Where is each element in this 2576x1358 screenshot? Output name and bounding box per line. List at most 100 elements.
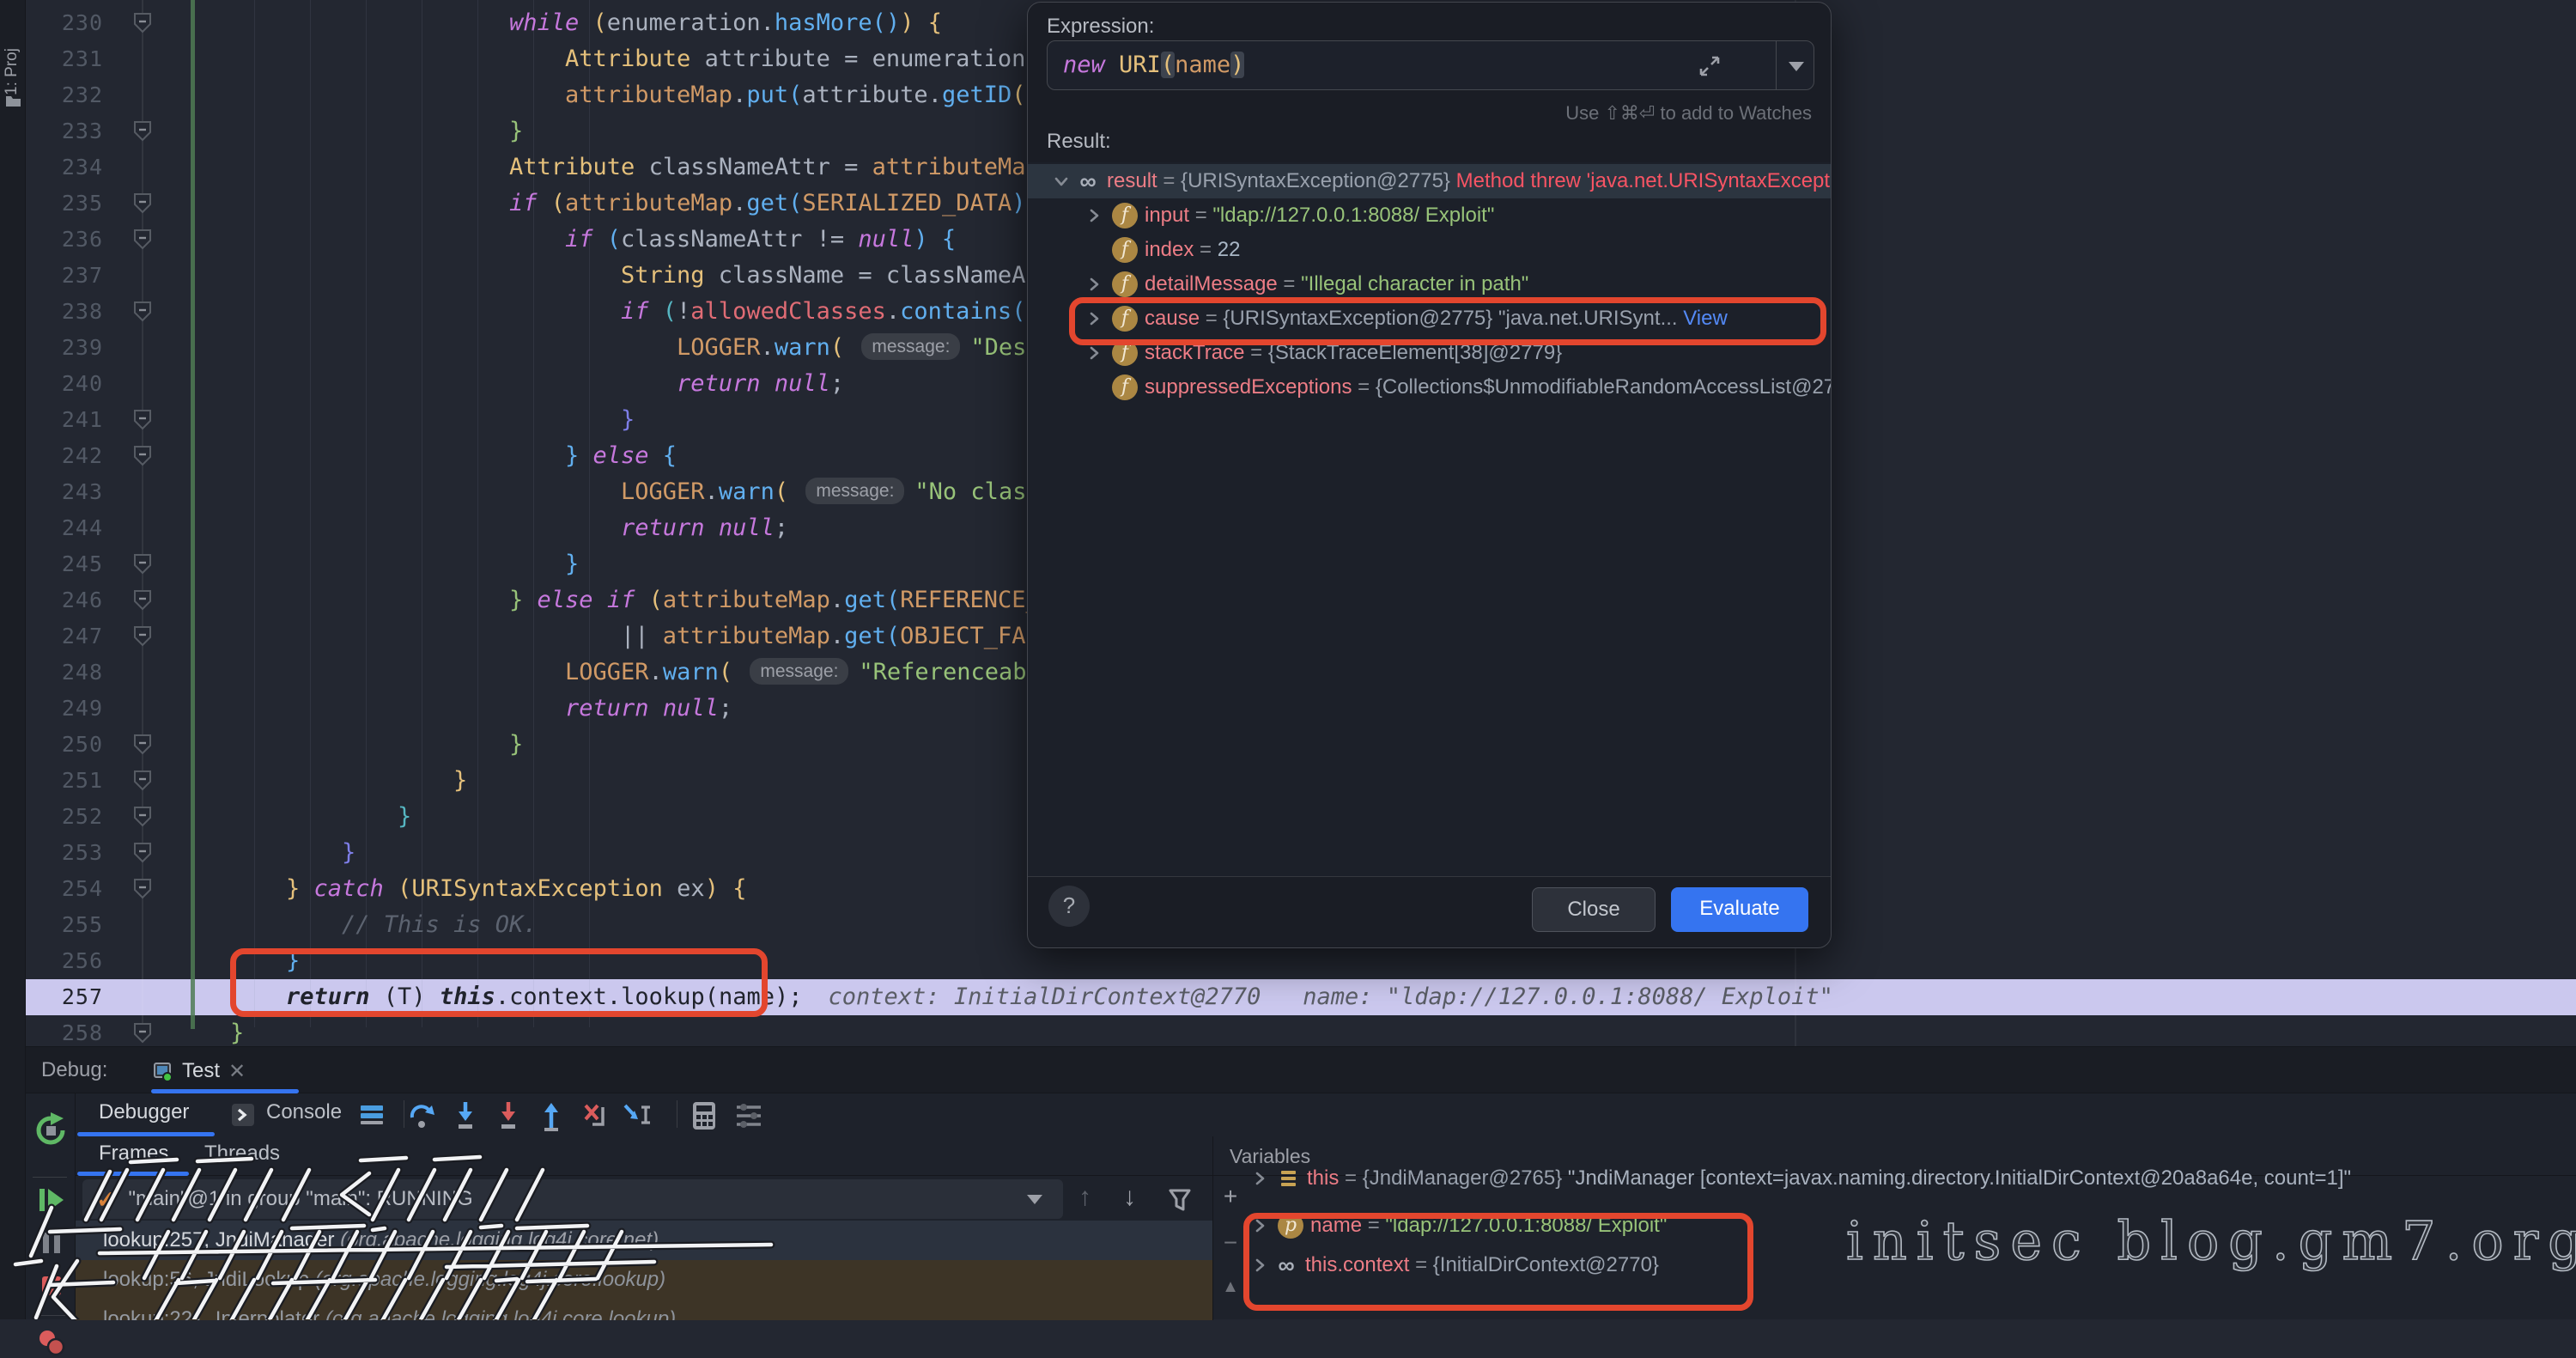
result-tree-row[interactable]: fsuppressedExceptions = {Collections$Unm…: [1028, 370, 1831, 405]
result-tree-row[interactable]: findex = 22: [1028, 233, 1831, 267]
code-line[interactable]: return null;: [677, 366, 844, 402]
stop-button-icon[interactable]: [38, 1272, 65, 1300]
fold-marker[interactable]: [131, 409, 155, 431]
reset-frame-icon[interactable]: [577, 1099, 611, 1133]
force-step-into-icon[interactable]: [491, 1099, 526, 1133]
result-tree-row[interactable]: ∞result = {URISyntaxException@2775} Meth…: [1028, 164, 1831, 198]
line-number[interactable]: 257: [34, 979, 103, 1015]
frame-row[interactable]: lookup:221, Interpolator (org.apache.log…: [76, 1300, 1212, 1320]
fold-marker[interactable]: [131, 770, 155, 792]
evaluate-expression-icon[interactable]: [687, 1099, 721, 1133]
line-number[interactable]: 254: [34, 871, 103, 907]
line-number[interactable]: 255: [34, 907, 103, 943]
chevron-icon[interactable]: [1050, 170, 1072, 192]
line-number[interactable]: 230: [34, 5, 103, 41]
step-into-icon[interactable]: [448, 1099, 483, 1133]
run-to-cursor-icon[interactable]: [620, 1099, 654, 1133]
line-number[interactable]: 258: [34, 1015, 103, 1046]
fold-marker[interactable]: [131, 445, 155, 467]
line-number[interactable]: 246: [34, 582, 103, 618]
pause-button-icon[interactable]: [38, 1229, 65, 1257]
layout-settings-icon[interactable]: [732, 1099, 766, 1133]
filter-frames-icon[interactable]: [1164, 1184, 1195, 1215]
fold-marker[interactable]: [131, 734, 155, 756]
help-button[interactable]: ?: [1048, 886, 1090, 927]
tab-test-session[interactable]: Test ✕: [151, 1052, 246, 1090]
fold-marker[interactable]: [131, 1022, 155, 1044]
code-line[interactable]: while (enumeration.hasMore()) {: [509, 5, 942, 41]
line-number[interactable]: 256: [34, 943, 103, 979]
code-line[interactable]: }: [398, 799, 411, 835]
code-line[interactable]: return null;: [565, 691, 732, 727]
view-breakpoints-icon[interactable]: [36, 1327, 67, 1358]
next-frame-icon[interactable]: ↓: [1123, 1183, 1136, 1212]
code-line[interactable]: return null;: [621, 510, 788, 546]
code-line[interactable]: if (classNameAttr != null) {: [565, 222, 956, 258]
line-number[interactable]: 236: [34, 222, 103, 258]
code-line[interactable]: } catch (URISyntaxException ex) {: [286, 871, 746, 907]
fold-marker[interactable]: [131, 806, 155, 828]
line-number[interactable]: 244: [34, 510, 103, 546]
fold-marker[interactable]: [131, 878, 155, 900]
line-number[interactable]: 235: [34, 186, 103, 222]
code-line[interactable]: // This is OK.: [342, 907, 538, 943]
thread-selector-dropdown[interactable]: ✓ "main"@1 in group "main": RUNNING: [82, 1179, 1063, 1219]
close-icon[interactable]: ✕: [228, 1059, 246, 1084]
close-button[interactable]: Close: [1532, 887, 1656, 932]
tab-debugger[interactable]: Debugger: [99, 1100, 189, 1124]
line-number[interactable]: 247: [34, 618, 103, 655]
code-line[interactable]: }: [453, 763, 467, 799]
fold-marker[interactable]: [131, 120, 155, 143]
fold-marker[interactable]: [131, 553, 155, 575]
code-line[interactable]: }: [509, 727, 523, 763]
line-number[interactable]: 253: [34, 835, 103, 871]
fold-marker[interactable]: [131, 228, 155, 251]
expression-history-button[interactable]: [1776, 41, 1814, 89]
expand-icon[interactable]: [1697, 53, 1722, 79]
code-line[interactable]: }: [621, 402, 635, 438]
line-number[interactable]: 242: [34, 438, 103, 474]
evaluate-button[interactable]: Evaluate: [1671, 887, 1808, 932]
result-tree-row[interactable]: fdetailMessage = "Illegal character in p…: [1028, 267, 1831, 301]
tab-frames[interactable]: Frames: [99, 1142, 168, 1166]
fold-marker[interactable]: [131, 301, 155, 323]
frame-row[interactable]: lookup:56, JndiLookup (org.apache.loggin…: [76, 1260, 1212, 1300]
line-number[interactable]: 231: [34, 41, 103, 77]
line-number[interactable]: 243: [34, 474, 103, 510]
code-line[interactable]: }: [509, 113, 523, 149]
line-number[interactable]: 239: [34, 330, 103, 366]
fold-marker[interactable]: [131, 12, 155, 34]
line-number[interactable]: 251: [34, 763, 103, 799]
previous-frame-icon[interactable]: ↑: [1078, 1183, 1091, 1212]
result-tree[interactable]: ∞result = {URISyntaxException@2775} Meth…: [1028, 162, 1831, 877]
expression-input[interactable]: new URI(name): [1047, 40, 1814, 90]
step-out-icon[interactable]: [534, 1099, 568, 1133]
line-number[interactable]: 241: [34, 402, 103, 438]
project-stripe-label[interactable]: 1: Proj: [3, 27, 21, 95]
frame-row[interactable]: lookup:257, JndiManager (org.apache.logg…: [76, 1221, 1212, 1260]
chevron-icon[interactable]: [1083, 204, 1105, 227]
tab-console[interactable]: Console: [266, 1100, 342, 1124]
line-number[interactable]: 237: [34, 258, 103, 294]
fold-marker[interactable]: [131, 589, 155, 612]
code-line[interactable]: }: [230, 1015, 244, 1046]
result-tree-row[interactable]: finput = "ldap://127.0.0.1:8088/ Exploit…: [1028, 198, 1831, 233]
fold-marker[interactable]: [131, 192, 155, 215]
resume-button-icon[interactable]: [36, 1184, 67, 1215]
code-line[interactable]: }: [565, 546, 579, 582]
line-number[interactable]: 250: [34, 727, 103, 763]
code-line[interactable]: } else {: [565, 438, 677, 474]
rerun-button-icon[interactable]: [33, 1112, 69, 1148]
chevron-icon[interactable]: [1083, 273, 1105, 295]
step-over-icon[interactable]: [405, 1099, 440, 1133]
fold-marker[interactable]: [131, 842, 155, 864]
frames-list[interactable]: lookup:257, JndiManager (org.apache.logg…: [76, 1221, 1212, 1320]
line-number[interactable]: 248: [34, 655, 103, 691]
add-watch-icon[interactable]: +: [1212, 1183, 1249, 1210]
chevron-icon[interactable]: [1249, 1167, 1271, 1190]
line-number[interactable]: 232: [34, 77, 103, 113]
line-number[interactable]: 238: [34, 294, 103, 330]
fold-marker[interactable]: [131, 625, 155, 648]
threads-view-icon[interactable]: [357, 1100, 386, 1130]
line-number[interactable]: 234: [34, 149, 103, 186]
